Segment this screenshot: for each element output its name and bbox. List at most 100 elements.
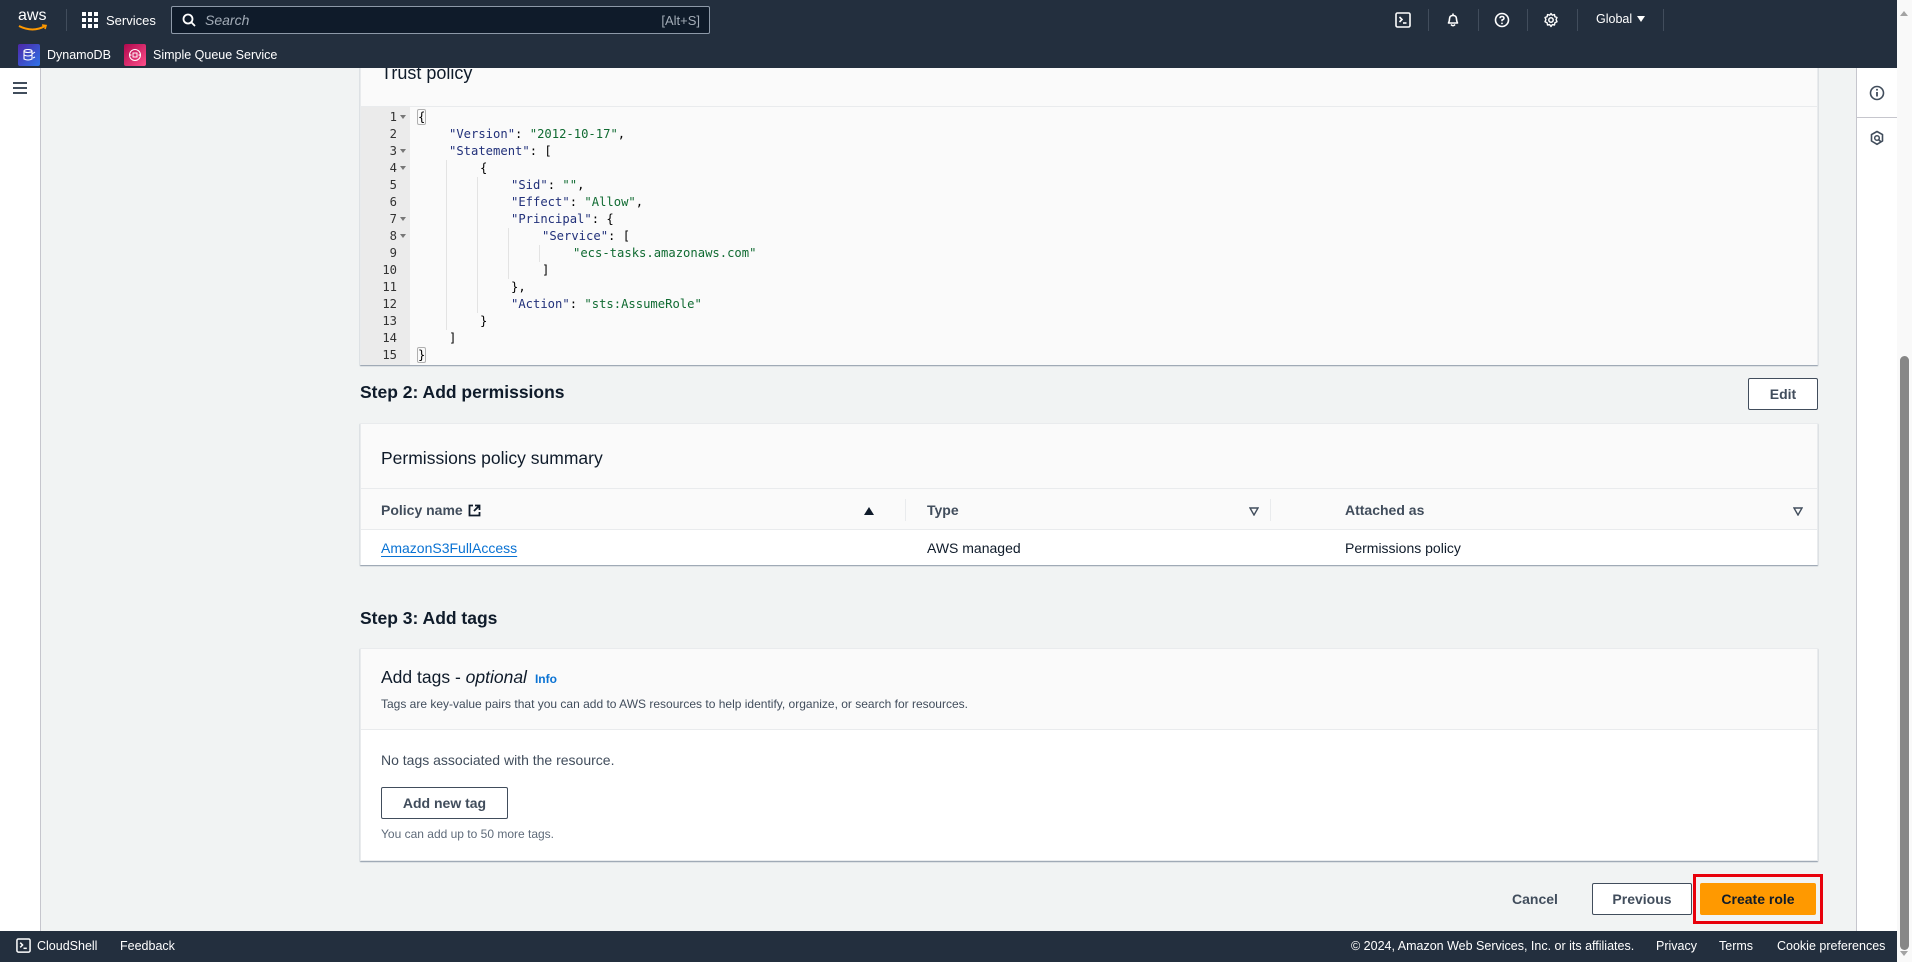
edit-permissions-button[interactable]: Edit [1748, 378, 1818, 410]
code-line: 3 "Statement": [ [361, 143, 1817, 160]
add-tags-header: Add tags - optional Info Tags are key-va… [361, 649, 1817, 730]
terms-link[interactable]: Terms [1719, 939, 1753, 953]
fold-toggle-icon[interactable] [400, 217, 406, 221]
settings-button[interactable] [1541, 10, 1561, 30]
aws-smile-icon [18, 24, 48, 31]
column-header-type[interactable]: Type [927, 489, 959, 531]
column-divider [905, 499, 906, 521]
services-label: Services [106, 12, 156, 28]
indent-guide [539, 245, 540, 262]
line-number: 4 [389, 161, 397, 175]
fold-toggle-icon[interactable] [400, 115, 406, 119]
info-link[interactable]: Info [535, 672, 557, 686]
search-icon [182, 13, 196, 27]
add-tags-title: Add tags - optional Info [381, 667, 557, 687]
search-bar[interactable]: [Alt+S] [171, 6, 710, 34]
sort-icon[interactable] [1793, 507, 1803, 516]
code-text: } [416, 347, 427, 363]
scrollbar-thumb[interactable] [1900, 356, 1909, 950]
code-line: 12 "Action": "sts:AssumeRole" [361, 296, 1817, 313]
permissions-table-header: Policy name Type Attached as [361, 488, 1817, 530]
cookie-preferences-link[interactable]: Cookie preferences [1777, 939, 1885, 953]
settings-icon [1544, 12, 1558, 28]
code-line: 9 "ecs-tasks.amazonaws.com" [361, 245, 1817, 262]
code-text: } [480, 314, 488, 328]
cloudshell-button[interactable] [1393, 10, 1413, 30]
nav-separator [66, 9, 67, 31]
favorite-dynamodb[interactable]: DynamoDB [18, 44, 111, 66]
sort-icon[interactable] [1249, 507, 1259, 516]
fold-toggle-icon[interactable] [400, 166, 406, 170]
sort-ascending-icon[interactable] [864, 507, 874, 515]
scroll-up-arrow-icon[interactable] [1900, 11, 1908, 16]
code-text: "Action": "sts:AssumeRole" [511, 297, 702, 311]
cloudshell-footer-button[interactable]: CloudShell [16, 938, 97, 953]
line-number: 15 [382, 348, 397, 362]
aws-logo-text: aws [18, 7, 47, 24]
attached-as-cell: Permissions policy [1345, 539, 1461, 556]
code-text: ] [449, 331, 457, 345]
cancel-button[interactable]: Cancel [1500, 883, 1570, 915]
empty-tags-message: No tags associated with the resource. [381, 752, 615, 768]
column-header-policy-name[interactable]: Policy name [381, 489, 481, 531]
help-icon [1494, 12, 1510, 28]
top-navigation: aws Services [Alt+S] [0, 0, 1897, 68]
column-header-attached-as[interactable]: Attached as [1345, 489, 1424, 531]
code-text: "Sid": "", [511, 178, 585, 192]
search-shortcut-hint: [Alt+S] [661, 12, 700, 28]
trust-policy-editor[interactable]: 1{2 "Version": "2012-10-17", 3 "Statement":… [361, 106, 1817, 365]
line-number: 9 [389, 246, 397, 260]
amazon-q-icon [1870, 130, 1884, 146]
line-number: 14 [382, 331, 397, 345]
privacy-link[interactable]: Privacy [1656, 939, 1697, 953]
policy-name-link[interactable]: AmazonS3FullAccess [381, 540, 517, 556]
cloudshell-icon [16, 938, 31, 953]
code-text: }, [511, 280, 526, 294]
code-line: 11}, [361, 279, 1817, 296]
amazon-q-button[interactable] [1857, 118, 1897, 158]
add-new-tag-button[interactable]: Add new tag [381, 787, 508, 819]
policy-type-cell: AWS managed [927, 539, 1021, 556]
search-input[interactable] [196, 12, 662, 28]
dynamodb-icon [18, 44, 40, 66]
bell-icon [1447, 13, 1459, 27]
help-button[interactable] [1492, 10, 1512, 30]
code-line: 6 "Effect": "Allow", [361, 194, 1817, 211]
line-number: 6 [389, 195, 397, 209]
feedback-link[interactable]: Feedback [120, 939, 175, 953]
page-scrollbar[interactable] [1897, 0, 1912, 962]
menu-toggle-button[interactable] [13, 82, 27, 97]
nav-separator [1577, 9, 1578, 31]
code-line: 8 "Service": [ [361, 228, 1817, 245]
code-line: 14] [361, 330, 1817, 347]
code-text: "Service": [ [542, 229, 631, 243]
grid-icon [82, 12, 98, 28]
fold-toggle-icon[interactable] [400, 234, 406, 238]
left-sidebar [0, 68, 41, 931]
add-tags-panel: Add tags - optional Info Tags are key-va… [360, 648, 1818, 861]
right-tools-panel [1856, 68, 1897, 931]
region-selector[interactable]: Global [1596, 12, 1646, 26]
external-link-icon [468, 504, 481, 516]
line-number: 10 [382, 263, 397, 277]
aws-logo[interactable]: aws [18, 8, 50, 32]
previous-button[interactable]: Previous [1592, 883, 1692, 915]
notifications-button[interactable] [1443, 10, 1463, 30]
indent-guide [508, 228, 509, 279]
code-line: 10] [361, 262, 1817, 279]
create-role-button[interactable]: Create role [1700, 883, 1816, 915]
scroll-down-arrow-icon[interactable] [1900, 951, 1908, 956]
tags-limit-hint: You can add up to 50 more tags. [381, 827, 555, 841]
favorite-sqs[interactable]: Simple Queue Service [124, 44, 277, 66]
line-number: 5 [389, 178, 397, 192]
info-panel-button[interactable] [1857, 73, 1897, 113]
trust-policy-title: Trust policy [381, 68, 473, 83]
services-menu-button[interactable]: Services [82, 10, 156, 30]
hamburger-icon [13, 82, 27, 94]
code-line: 7 "Principal": { [361, 211, 1817, 228]
column-divider [1270, 499, 1271, 521]
code-line: 4{ [361, 160, 1817, 177]
add-tags-description: Tags are key-value pairs that you can ad… [381, 697, 968, 711]
console-footer: CloudShell Feedback © 2024, Amazon Web S… [0, 931, 1897, 962]
fold-toggle-icon[interactable] [400, 149, 406, 153]
